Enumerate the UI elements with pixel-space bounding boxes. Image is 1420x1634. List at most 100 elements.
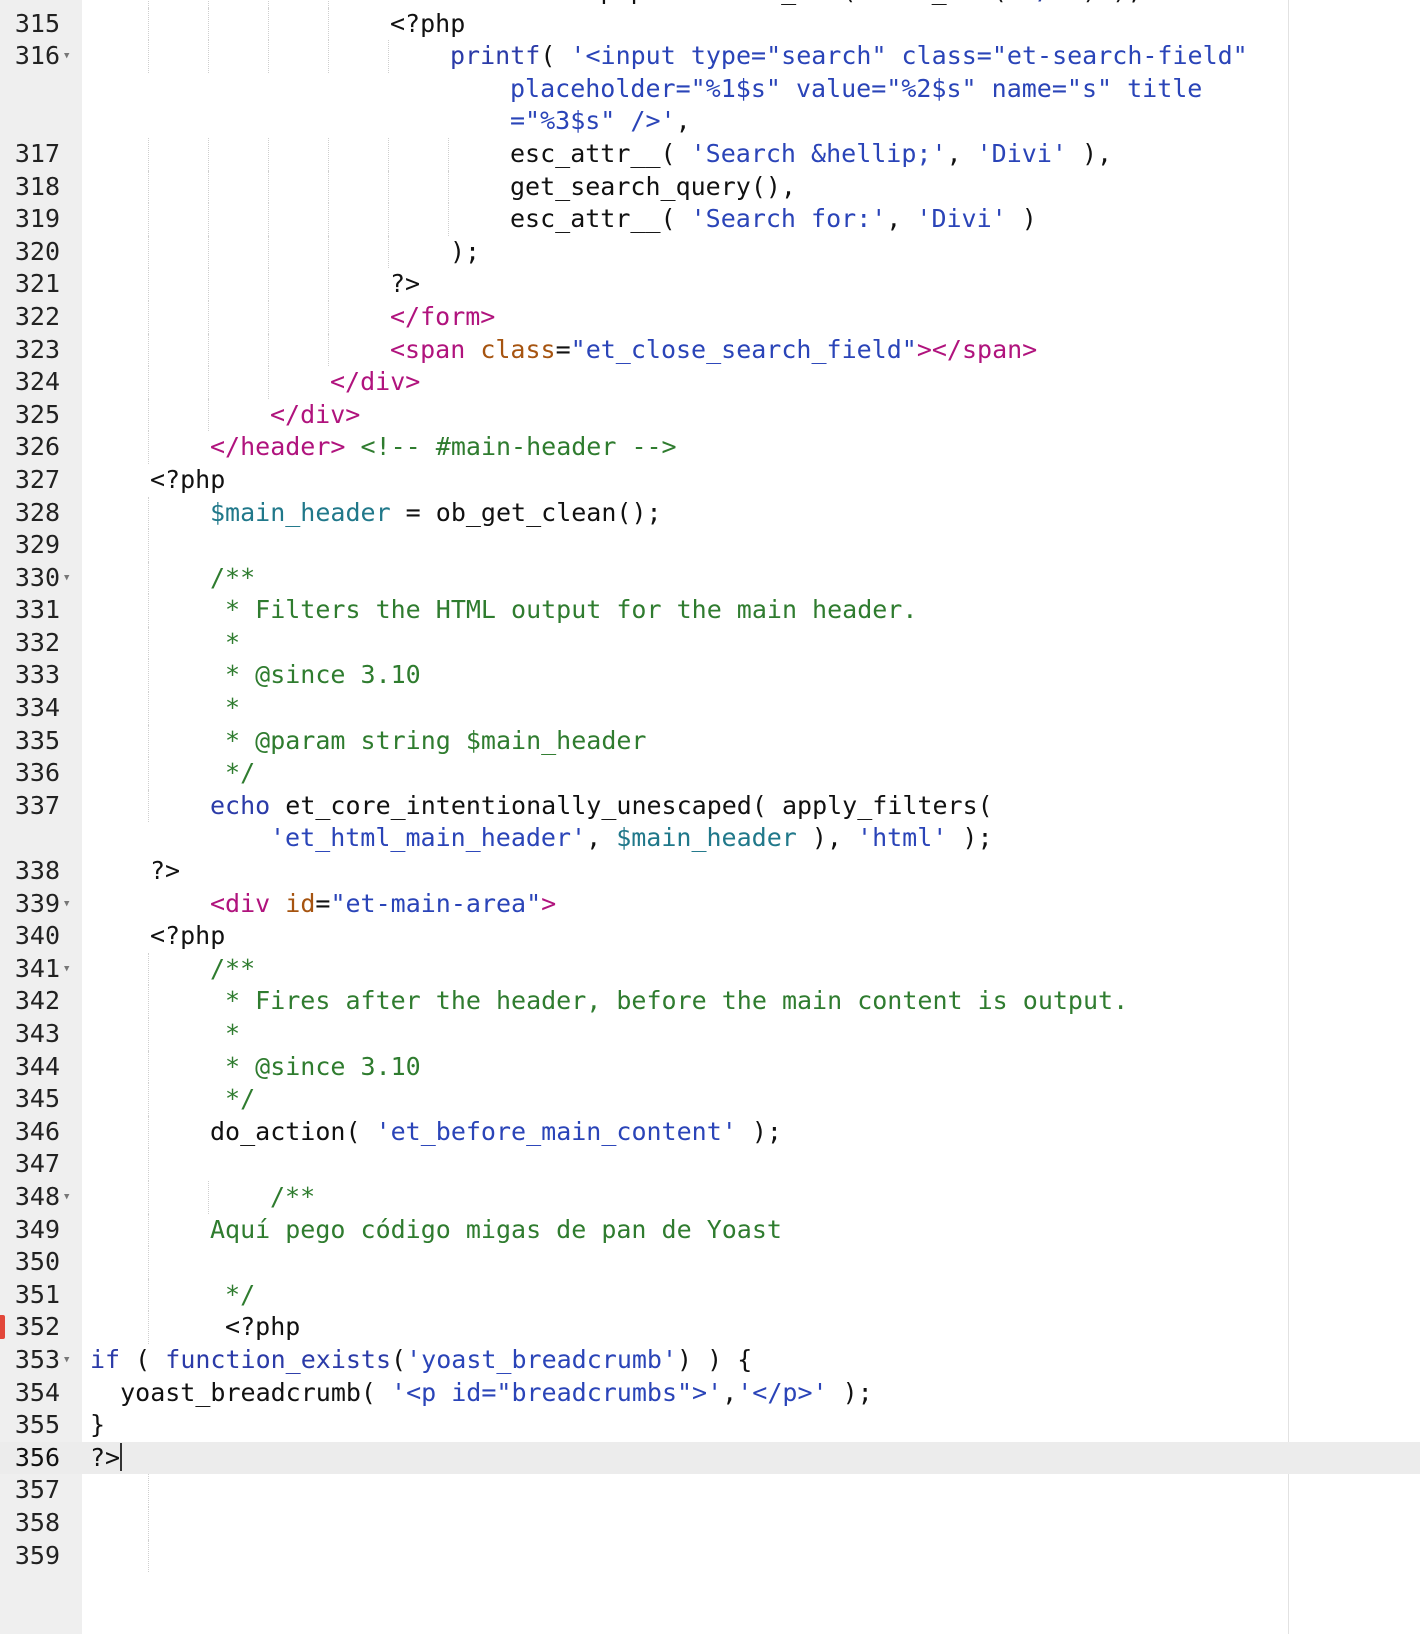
- code-line[interactable]: 332 *: [0, 626, 1420, 660]
- indent-guide: [208, 137, 209, 171]
- code-line[interactable]: 348 ▼ /**: [0, 1180, 1420, 1214]
- code-editor[interactable]: 314action="<?php echo esc_url( home_url(…: [0, 0, 1420, 1573]
- code-token: <?php: [570, 0, 660, 5]
- code-token: ),: [796, 823, 858, 853]
- code-line[interactable]: 335 * @param string $main_header: [0, 724, 1420, 758]
- line-number: 343: [14, 1019, 60, 1048]
- indent-guide: [148, 594, 149, 627]
- code-line[interactable]: 355}: [0, 1409, 1420, 1442]
- code-line[interactable]: 350: [0, 1246, 1420, 1279]
- code-line[interactable]: 331 * Filters the HTML output for the ma…: [0, 594, 1420, 627]
- code-token: 'et_html_main_header': [270, 823, 587, 853]
- indent-guide: [208, 235, 209, 269]
- code-token: );: [827, 1377, 873, 1407]
- code-text: */: [210, 1279, 1420, 1312]
- code-text: * @since 3.10: [210, 1051, 1420, 1084]
- code-line[interactable]: 349 Aquí pego código migas de pan de Yoas…: [0, 1213, 1420, 1247]
- line-number: 346: [14, 1116, 60, 1146]
- code-text: ?>: [390, 268, 1420, 301]
- code-line[interactable]: 322 </form>: [0, 300, 1420, 334]
- code-line[interactable]: 327 <?php: [0, 464, 1420, 497]
- code-line[interactable]: 352 <?php: [0, 1311, 1420, 1344]
- code-line[interactable]: placeholder="%1$s" value="%2$s" name="s"…: [0, 73, 1420, 106]
- fold-arrow-icon[interactable]: ▼: [64, 888, 69, 921]
- code-text: }: [90, 1409, 1420, 1442]
- indent-guide: [268, 235, 269, 269]
- indent-guide: [148, 724, 149, 758]
- code-token: *: [210, 693, 241, 723]
- code-line[interactable]: 325 </div>: [0, 398, 1420, 432]
- code-token: ,: [675, 106, 691, 136]
- code-line[interactable]: 353 ▼ if ( function_exists('yoast_breadcru…: [0, 1344, 1420, 1377]
- code-line[interactable]: 316 ▼ printf( '<input type="search" class=…: [0, 40, 1420, 73]
- code-text: * @param string $main_header: [210, 725, 1420, 758]
- code-line[interactable]: 347: [0, 1148, 1420, 1181]
- code-line[interactable]: ="%3$s" />',: [0, 105, 1420, 138]
- line-number: 334: [14, 693, 60, 723]
- code-line[interactable]: 346 do_action( 'et_before_main_content' )…: [0, 1115, 1420, 1149]
- code-line[interactable]: 336 */: [0, 757, 1420, 790]
- code-line[interactable]: 329: [0, 529, 1420, 562]
- fold-arrow-icon[interactable]: ▼: [64, 1181, 69, 1214]
- indent-guide: [148, 1311, 149, 1344]
- code-line[interactable]: 334 *: [0, 692, 1420, 725]
- code-line[interactable]: 'et_html_main_header', $main_header ), '…: [0, 822, 1420, 855]
- code-line[interactable]: 326 </header> <!-- #main-header -->: [0, 431, 1420, 464]
- fold-arrow-icon[interactable]: ▼: [64, 40, 69, 73]
- code-line[interactable]: 323 <span class="et_close_search_field"><…: [0, 333, 1420, 367]
- code-line[interactable]: 339 ▼ <div id="et-main-area">: [0, 888, 1420, 921]
- code-line[interactable]: 317 esc_attr__( 'Search &hellip;', 'Divi'…: [0, 137, 1420, 171]
- code-line[interactable]: 314 action="<?php echo esc_url( home_url(…: [0, 0, 1420, 8]
- indent-guide: [148, 170, 149, 204]
- code-line[interactable]: 344 * @since 3.10: [0, 1050, 1420, 1084]
- code-token: action: [450, 0, 540, 5]
- line-number: 317: [14, 138, 60, 168]
- code-token: 'Divi': [976, 138, 1067, 168]
- code-line[interactable]: 340 <?php: [0, 920, 1420, 953]
- code-line[interactable]: 338 ?>: [0, 855, 1420, 888]
- line-number: [0, 73, 60, 106]
- code-line[interactable]: 354 yoast_breadcrumb( '<p id="breadcrumb…: [0, 1377, 1420, 1410]
- code-line[interactable]: 351 */: [0, 1278, 1420, 1312]
- code-line[interactable]: 358: [0, 1506, 1420, 1540]
- code-line[interactable]: 319 esc_attr__( 'Search for:', 'Divi' ): [0, 203, 1420, 236]
- fold-arrow-icon[interactable]: ▼: [64, 953, 69, 986]
- indent-guide: [148, 496, 149, 530]
- code-token: ?>: [150, 856, 181, 886]
- code-line[interactable]: 343 *: [0, 1018, 1420, 1051]
- code-line[interactable]: 320);: [0, 235, 1420, 269]
- code-token: ),: [1066, 138, 1113, 168]
- code-text: ?>: [150, 855, 1420, 888]
- code-line[interactable]: 359: [0, 1539, 1420, 1573]
- indent-guide: [328, 0, 329, 8]
- code-line[interactable]: 333 * @since 3.10: [0, 659, 1420, 693]
- code-token: get_search_query(),: [510, 171, 796, 201]
- code-line[interactable]: 315 <?php: [0, 7, 1420, 41]
- code-line[interactable]: 328 $main_header = ob_get_clean();: [0, 496, 1420, 530]
- fold-arrow-icon[interactable]: ▼: [64, 562, 69, 595]
- line-number: 335: [14, 725, 60, 755]
- code-line[interactable]: 330 ▼ /**: [0, 561, 1420, 595]
- line-number: 315: [14, 8, 60, 38]
- code-token: printf: [450, 41, 541, 71]
- code-line[interactable]: 345 */: [0, 1083, 1420, 1116]
- code-line[interactable]: 318 get_search_query(),: [0, 170, 1420, 204]
- code-line[interactable]: 337 echo et_core_intentionally_unescaped(…: [0, 789, 1420, 823]
- code-token: <span: [390, 334, 481, 364]
- code-line[interactable]: 321 ?>: [0, 268, 1420, 301]
- line-number: 336: [14, 758, 60, 788]
- code-line[interactable]: 356 ?>: [0, 1441, 1420, 1475]
- code-line[interactable]: 341 ▼ /**: [0, 952, 1420, 986]
- indent-guide: [388, 137, 389, 171]
- code-line[interactable]: 357: [0, 1474, 1420, 1507]
- line-number: 356: [14, 1442, 60, 1472]
- indent-guide: [448, 170, 449, 204]
- code-token: */: [210, 1084, 256, 1114]
- fold-arrow-icon[interactable]: ▼: [64, 1344, 69, 1377]
- code-text: esc_attr__( 'Search for:', 'Divi' ): [510, 203, 1420, 236]
- code-line[interactable]: 324 </div>: [0, 366, 1420, 399]
- code-line[interactable]: 342 * Fires after the header, before the…: [0, 985, 1420, 1018]
- indent-guide: [148, 789, 149, 823]
- code-token: "et-main-area": [330, 888, 542, 918]
- code-token: ="%3$s" />': [510, 106, 676, 136]
